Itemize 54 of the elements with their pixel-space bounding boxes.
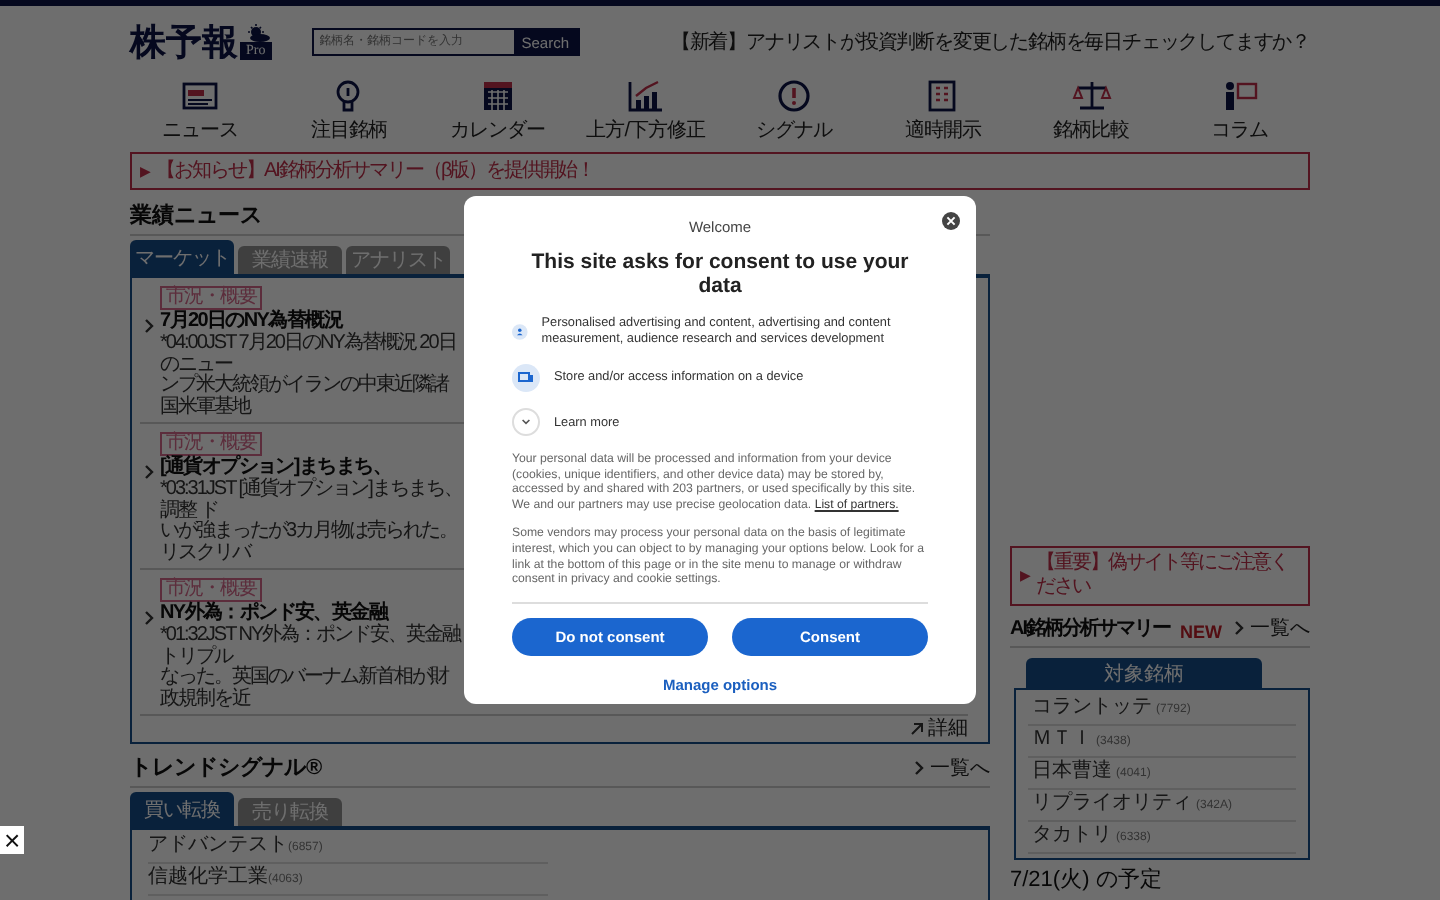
stock-name[interactable]: リプライオリティ (1032, 792, 1192, 814)
news-title[interactable]: 7月20日のNY為替概況 (160, 310, 464, 334)
news-excerpt: なった。英国のバーナム新首相が財政規制を近 (160, 668, 451, 710)
section-heading: AI銘柄分析サマリー (1010, 615, 1170, 642)
news-excerpt: *03:31JST [通貨オプション]まちまち、調整 ド (160, 480, 464, 521)
section-heading: トレンドシグナル® (130, 754, 323, 782)
section-heading: 業績ニュース (130, 201, 262, 230)
nav-link[interactable]: 注目銘柄 (278, 78, 419, 144)
more-link[interactable]: 一覧へ (1250, 614, 1310, 642)
nav-link[interactable]: 上方/下方修正 (575, 78, 716, 144)
logo-text[interactable]: 株予報 (130, 24, 238, 60)
nav-link[interactable]: 適時開示 (872, 78, 1013, 144)
stock-name[interactable]: アドバンテスト (148, 834, 288, 856)
stock-name[interactable]: 信越化学工業 (148, 866, 268, 888)
notice-text[interactable]: 【お知らせ】AI銘柄分析サマリー（β版）を提供開始！ (156, 159, 595, 183)
stock-name[interactable]: コラントッテ (1032, 696, 1152, 718)
promo-link[interactable]: 【新着】アナリストが投資判断を変更した銘柄を毎日チェックしてますか？ (670, 28, 1310, 56)
news-title[interactable]: [通貨オプション]まちまち、 (160, 456, 464, 480)
news-title[interactable]: NY外為：ポンド安、英金融 (160, 602, 464, 626)
stock-name[interactable]: ＭＴＩ (1032, 728, 1092, 750)
news-excerpt: *01:32JST NY外為：ポンド安、英金融トリプル (160, 626, 464, 667)
stock-name[interactable]: 日本曹達 (1032, 760, 1112, 782)
chevron-icon (1234, 620, 1244, 636)
chevron-icon (144, 318, 154, 334)
nav-link[interactable]: 銘柄比較 (1021, 78, 1162, 144)
bar-chart-icon (625, 78, 666, 114)
tab[interactable]: 買い転換 (130, 792, 234, 826)
nav-link[interactable]: カレンダー (427, 78, 568, 144)
notice-text[interactable]: 【重要】偽サイト等にご注意ください (1036, 552, 1300, 600)
stock-name[interactable]: タカトリ (1032, 824, 1112, 846)
dialog-title: This site asks for consent to use your data (529, 250, 911, 298)
new-label: NEW (1180, 622, 1222, 642)
tab[interactable]: 対象銘柄 (1026, 658, 1262, 688)
nav-link[interactable]: コラム (1169, 78, 1310, 144)
news-excerpt: ンプ米大統領がイランの中東近隣諸国米軍基地 (160, 376, 451, 418)
nav-link[interactable]: シグナル (724, 78, 865, 144)
arrow-icon (910, 722, 924, 736)
nav-link[interactable]: ニュース (130, 78, 270, 144)
chevron-icon (144, 464, 154, 480)
scales-icon (1071, 78, 1112, 114)
newspaper-icon (180, 78, 220, 114)
person-icon (512, 318, 528, 346)
more-link[interactable]: 一覧へ (930, 754, 990, 782)
alert-icon (774, 78, 815, 114)
schedule-heading: 7/21(火) の予定 (1010, 868, 1164, 894)
chevron-icon (144, 610, 154, 626)
news-excerpt: *04:00JST 7月20日のNY為替概況 20日のニュー (160, 334, 458, 375)
news-excerpt: いが強まったが3カ月物は売られた。リスクリバ (160, 522, 460, 564)
details-link[interactable]: 詳細 (928, 718, 968, 740)
chevron-icon (914, 760, 924, 776)
close-icon[interactable] (942, 212, 960, 230)
close-button[interactable]: × (0, 826, 25, 854)
devices-icon (512, 364, 540, 392)
tab[interactable]: マーケット (130, 240, 234, 274)
